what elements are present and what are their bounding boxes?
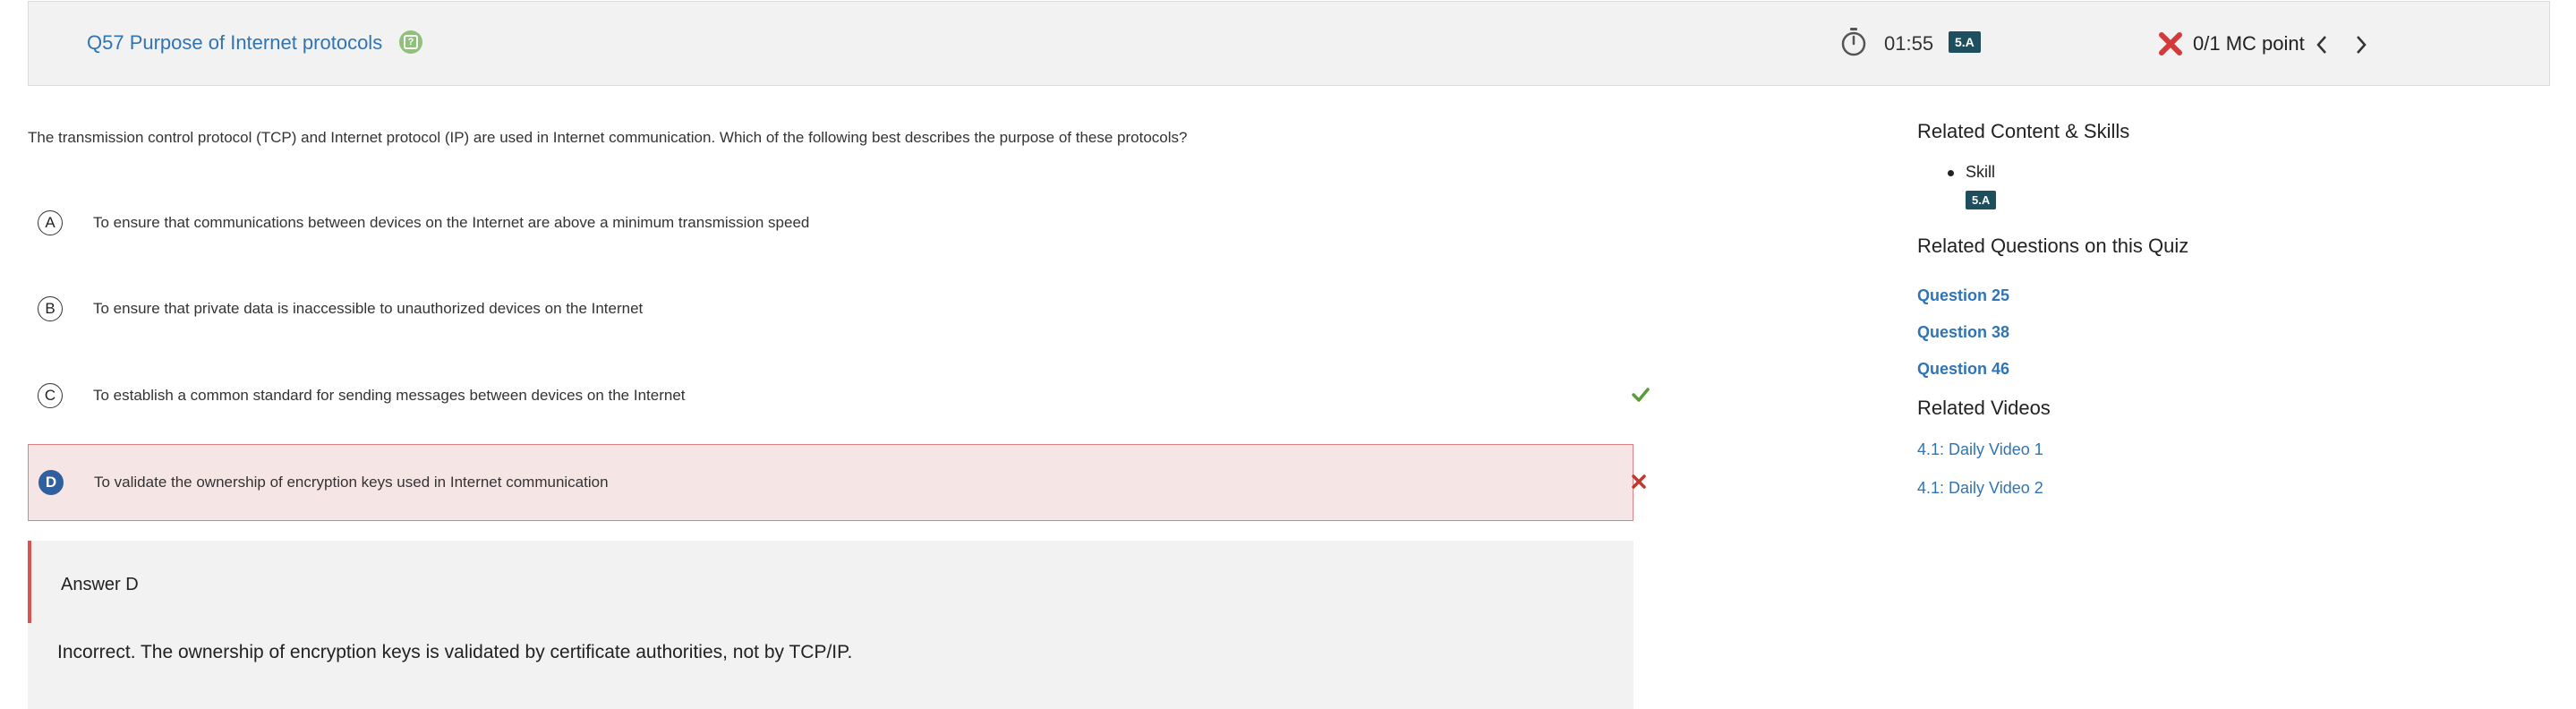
chevron-right-icon[interactable] bbox=[2354, 34, 2368, 56]
related-questions-heading: Related Questions on this Quiz bbox=[1917, 235, 2189, 257]
sidebar-skill-badge: 5.A bbox=[1966, 191, 1997, 209]
related-video-link[interactable]: 4.1: Daily Video 2 bbox=[1917, 479, 2043, 498]
related-videos-heading: Related Videos bbox=[1917, 397, 2051, 419]
option-letter: A bbox=[38, 210, 63, 235]
feedback-explanation: Incorrect. The ownership of encryption k… bbox=[57, 642, 853, 662]
chevron-left-icon[interactable] bbox=[2315, 34, 2329, 56]
related-question-link[interactable]: Question 46 bbox=[1917, 360, 2009, 379]
related-video-link[interactable]: 4.1: Daily Video 1 bbox=[1917, 440, 2043, 459]
answer-option-d[interactable]: D To validate the ownership of encryptio… bbox=[28, 444, 1646, 521]
check-icon bbox=[1632, 388, 1650, 402]
related-question-link[interactable]: Question 25 bbox=[1917, 286, 2009, 305]
answer-option-c[interactable]: C To establish a common standard for sen… bbox=[28, 358, 1650, 435]
related-question-link[interactable]: Question 38 bbox=[1917, 323, 2009, 342]
answer-feedback-panel: Answer D Incorrect. The ownership of enc… bbox=[28, 541, 1633, 709]
related-content-heading: Related Content & Skills bbox=[1917, 120, 2130, 142]
skill-label: Skill bbox=[1966, 163, 1996, 181]
option-letter: B bbox=[38, 296, 63, 321]
stopwatch-icon[interactable] bbox=[1840, 27, 1867, 57]
help-icon[interactable]: ? bbox=[399, 30, 422, 54]
skill-badge: 5.A bbox=[1949, 31, 1981, 53]
option-text: To ensure that communications between de… bbox=[93, 214, 810, 231]
close-icon bbox=[1632, 474, 1646, 489]
feedback-accent-bar bbox=[28, 541, 31, 623]
answer-option-a[interactable]: A To ensure that communications between … bbox=[28, 185, 1633, 262]
option-text: To establish a common standard for sendi… bbox=[93, 387, 686, 404]
option-letter: C bbox=[38, 383, 63, 408]
feedback-answer-label: Answer D bbox=[61, 575, 139, 594]
score-value: 0/1 MC point bbox=[2193, 32, 2305, 55]
option-letter: D bbox=[38, 470, 64, 495]
option-text: To validate the ownership of encryption … bbox=[94, 474, 609, 491]
question-prompt: The transmission control protocol (TCP) … bbox=[28, 129, 1188, 146]
answer-option-b[interactable]: B To ensure that private data is inacces… bbox=[28, 271, 1633, 348]
option-text: To ensure that private data is inaccessi… bbox=[93, 300, 644, 317]
list-bullet bbox=[1948, 170, 1954, 176]
x-icon bbox=[2159, 32, 2182, 56]
question-header: Q57 Purpose of Internet protocols ? 01:5… bbox=[28, 1, 2550, 86]
timer-value: 01:55 bbox=[1884, 32, 1934, 55]
question-title-link[interactable]: Q57 Purpose of Internet protocols bbox=[87, 31, 382, 55]
